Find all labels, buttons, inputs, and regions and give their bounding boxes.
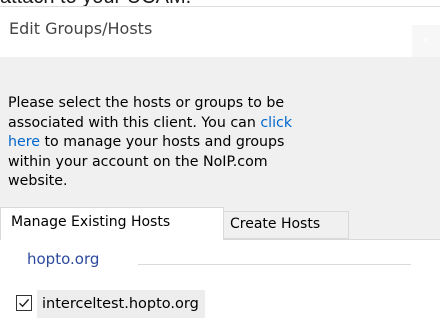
host-row-interceltest[interactable]: interceltest.hopto.org [16, 290, 248, 318]
edit-groups-hosts-dialog: Edit Groups/Hosts x Please select the ho… [0, 6, 440, 332]
message-text-after-link: to manage your hosts and groups within y… [8, 134, 285, 189]
host-tabs: Manage Existing Hosts Create Hosts [0, 207, 440, 240]
group-label-hopto-org: hopto.org [27, 250, 100, 268]
screenshot-stage: attach to your UCAM. Edit Groups/Hosts x… [0, 0, 440, 332]
dialog-title: Edit Groups/Hosts [9, 19, 153, 38]
dialog-titlebar: Edit Groups/Hosts x [0, 7, 440, 57]
tab-manage-existing-hosts[interactable]: Manage Existing Hosts [0, 207, 224, 240]
instruction-message: Please select the hosts or groups to be … [8, 94, 323, 192]
message-text-before-link: Please select the hosts or groups to be … [8, 95, 285, 131]
group-separator-line [138, 264, 411, 265]
host-label: interceltest.hopto.org [37, 290, 205, 318]
close-button[interactable]: x [412, 25, 440, 57]
tab-create-hosts[interactable]: Create Hosts [224, 211, 349, 239]
host-checkbox[interactable] [16, 295, 32, 311]
manage-hosts-panel: hopto.org interceltest.hopto.org [0, 239, 440, 332]
checkmark-icon [19, 298, 30, 308]
